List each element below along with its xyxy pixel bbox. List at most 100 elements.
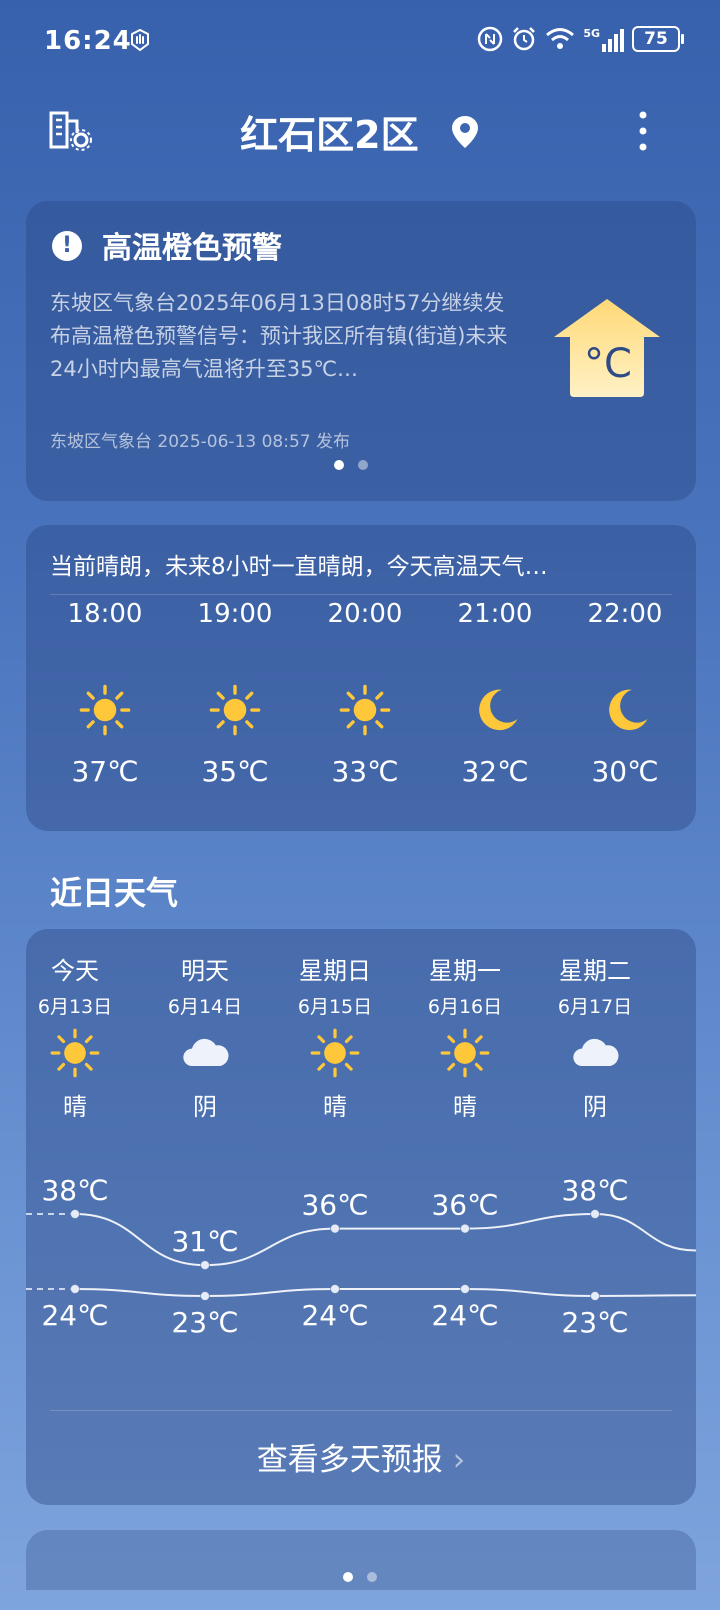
low-temp-point (70, 1284, 80, 1294)
chevron-right-icon: › (452, 1442, 466, 1478)
page-dot-active (343, 1572, 353, 1582)
high-temp-label: 31℃ (171, 1225, 238, 1258)
sun-icon (440, 1028, 490, 1078)
high-temp-point (330, 1223, 340, 1234)
recent-weather-title: 近日天气 (50, 874, 179, 912)
view-more-label: 查看多天预报 (256, 1442, 443, 1478)
hour-icon-wrap (170, 683, 300, 737)
city-name: 红石区2区 (240, 113, 419, 157)
thermo-label: °C (584, 341, 632, 387)
page-indicator (0, 1572, 720, 1582)
high-temp-point (70, 1209, 80, 1219)
low-temp-label: 23℃ (171, 1306, 238, 1339)
high-temp-label: 38℃ (41, 1174, 108, 1207)
sun-icon (79, 684, 131, 736)
temperature-trend-chart: 38℃ 24℃ 31℃ 23℃ 36℃ 24℃ 36℃ 24℃ 38℃ 23℃ (26, 1174, 696, 1339)
hour-item: 18:00 37℃ (40, 597, 170, 788)
day-condition: 晴 (323, 1093, 347, 1121)
hour-icon-wrap (300, 683, 430, 737)
warning-icon: ! (52, 231, 82, 261)
hour-time: 19:00 (197, 599, 273, 629)
day-name: 明天 (181, 957, 229, 985)
low-temp-line (74, 1288, 696, 1298)
battery-indicator: 75 (632, 26, 684, 52)
day-item[interactable]: 明天 6月14日 阴 (138, 951, 272, 1122)
day-icon-wrap (528, 1027, 662, 1079)
status-bar: 16:24 5G 75 (0, 0, 720, 84)
hour-item: 22:00 30℃ (560, 597, 690, 788)
hour-time: 18:00 (67, 599, 143, 629)
hour-item: 19:00 35℃ (170, 597, 300, 788)
daily-forecast-card[interactable]: 今天 6月13日 晴明天 6月14日 阴星期日 6月15日 晴星期一 6月16日… (26, 929, 696, 1505)
day-name: 今天 (51, 957, 99, 985)
hour-time: 21:00 (457, 599, 533, 629)
day-date: 6月13日 (37, 996, 113, 1018)
day-icon-wrap (138, 1027, 272, 1079)
hour-temp: 33℃ (331, 755, 399, 788)
low-temp-point (460, 1284, 470, 1294)
day-condition: 阴 (583, 1093, 607, 1121)
hour-item: 20:00 33℃ (300, 597, 430, 788)
hand-icon (131, 28, 149, 52)
moon-icon (609, 689, 648, 731)
sun-icon (50, 1028, 100, 1078)
hour-item: 21:00 32℃ (430, 597, 560, 788)
hour-temp: 30℃ (591, 755, 659, 788)
low-temp-label: 24℃ (431, 1299, 498, 1332)
network-type: 5G (583, 27, 600, 40)
day-item[interactable]: 星期日 6月15日 晴 (268, 951, 402, 1122)
more-options-button[interactable] (618, 106, 668, 156)
high-temp-label: 36℃ (431, 1189, 498, 1222)
city-title[interactable]: 红石区2区 (0, 104, 720, 159)
status-time: 16:24 (44, 26, 132, 56)
data-saver-icon (478, 26, 503, 52)
more-vertical-icon (639, 111, 647, 151)
high-temp-line (74, 1212, 696, 1267)
alert-title: 高温橙色预警 (102, 231, 282, 266)
day-icon-wrap (398, 1027, 532, 1079)
signal-icon: 5G (583, 26, 624, 52)
day-name: 星期一 (429, 957, 501, 985)
location-pin-icon (451, 115, 478, 148)
status-icons: 5G 75 (477, 26, 684, 52)
day-condition: 晴 (63, 1093, 87, 1121)
view-more-forecast-button[interactable]: 查看多天预报 › (26, 1434, 696, 1479)
day-date: 6月14日 (167, 996, 243, 1018)
hour-time: 20:00 (327, 599, 403, 629)
pager-dot (358, 460, 368, 470)
low-temp-point (200, 1291, 210, 1301)
high-temp-point (200, 1260, 210, 1271)
page-dot (367, 1572, 377, 1582)
divider (50, 594, 672, 595)
day-item[interactable]: 今天 6月13日 晴 (26, 951, 142, 1122)
alert-body: 东坡区气象台2025年06月13日08时57分继续发布高温橙色预警信号：预计我区… (50, 291, 508, 381)
high-temp-label: 38℃ (561, 1174, 628, 1207)
hourly-forecast-card[interactable]: 当前晴朗，未来8小时一直晴朗，今天高温天气… 18:00 37℃ 19:00 35… (26, 525, 696, 831)
low-temp-point (590, 1291, 600, 1301)
cloud-icon (573, 1038, 619, 1066)
low-temp-label: 24℃ (41, 1299, 108, 1332)
sun-icon (209, 684, 261, 736)
alert-card[interactable]: ! 高温橙色预警 东坡区气象台2025年06月13日08时57分继续发布高温橙色… (26, 201, 696, 501)
low-temp-label: 23℃ (561, 1306, 628, 1339)
hour-temp: 37℃ (71, 755, 139, 788)
day-icon-wrap (26, 1027, 142, 1079)
day-date: 6月17日 (557, 996, 633, 1018)
high-temp-label: 36℃ (301, 1189, 368, 1222)
alert-pager (334, 460, 368, 470)
weather-summary: 当前晴朗，未来8小时一直晴朗，今天高温天气… (50, 554, 548, 580)
day-icon-wrap (268, 1027, 402, 1079)
high-temp-point (460, 1223, 470, 1234)
hour-temp: 32℃ (461, 755, 529, 788)
day-name: 星期日 (299, 957, 371, 985)
sun-icon (339, 684, 391, 736)
alert-source: 东坡区气象台 2025-06-13 08:57 发布 (50, 432, 350, 452)
wifi-icon (546, 28, 575, 49)
day-item[interactable]: 星期一 6月16日 晴 (398, 951, 532, 1122)
low-temp-label: 24℃ (301, 1299, 368, 1332)
low-temp-point (330, 1284, 340, 1294)
hour-time: 22:00 (587, 599, 663, 629)
day-item[interactable]: 星期二 6月17日 阴 (528, 951, 662, 1122)
day-name: 星期二 (559, 957, 631, 985)
day-condition: 晴 (453, 1093, 477, 1121)
